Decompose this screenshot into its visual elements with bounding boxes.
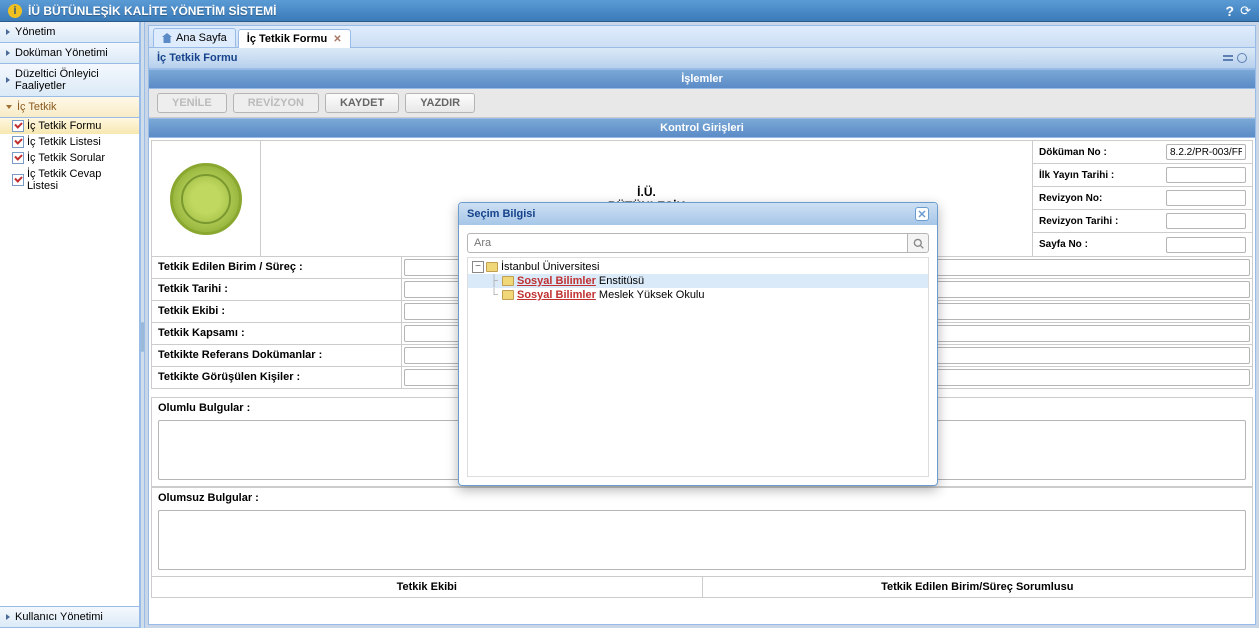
- app-logo-icon: İ: [8, 4, 22, 18]
- revizyon-tarihi-input[interactable]: [1166, 213, 1246, 229]
- tree-item-form[interactable]: İç Tetkik Formu: [0, 118, 139, 134]
- selection-modal: Seçim Bilgisi ✕ − İstanbul Üniversitesi …: [458, 202, 938, 486]
- form-icon: [12, 120, 24, 132]
- tree-node-child-2[interactable]: └ Sosyal Bilimler Meslek Yüksek Okulu: [468, 288, 928, 302]
- modal-title: Seçim Bilgisi: [467, 208, 915, 220]
- app-title: İÜ BÜTÜNLEŞİK KALİTE YÖNETİM SİSTEMİ: [28, 4, 1226, 18]
- meta-cell: Döküman No : İlk Yayın Tarihi : Revizyon…: [1033, 140, 1253, 257]
- sidebar-section-dokuman[interactable]: Doküman Yönetimi: [0, 43, 139, 64]
- university-logo-cell: [151, 140, 261, 257]
- sidebar-section-duzeltici[interactable]: Düzeltici Önleyici Faaliyetler: [0, 64, 139, 97]
- print-button[interactable]: YAZDIR: [405, 93, 475, 113]
- toolbar: YENİLE REVİZYON KAYDET YAZDIR: [149, 89, 1255, 118]
- sidebar-section-ictetkik[interactable]: İç Tetkik: [0, 97, 139, 118]
- folder-icon: [502, 276, 514, 286]
- tree-item-liste[interactable]: İç Tetkik Listesi: [0, 134, 139, 150]
- tree-node-root[interactable]: − İstanbul Üniversitesi: [468, 260, 928, 274]
- olumsuz-textarea[interactable]: [158, 510, 1246, 570]
- folder-icon: [486, 262, 498, 272]
- collapse-icon[interactable]: [1223, 55, 1233, 61]
- home-icon: [162, 33, 172, 43]
- collapse-toggle-icon[interactable]: −: [472, 261, 484, 273]
- refresh-icon[interactable]: ⟳: [1240, 3, 1251, 19]
- sayfa-no-label: Sayfa No :: [1039, 239, 1166, 250]
- panel-header: İç Tetkik Formu: [149, 48, 1255, 69]
- folder-icon: [502, 290, 514, 300]
- tree-item-sorular[interactable]: İç Tetkik Sorular: [0, 150, 139, 166]
- dokuman-no-input[interactable]: [1166, 144, 1246, 160]
- reload-icon[interactable]: [1237, 53, 1247, 63]
- tab-strip: Ana Sayfa İç Tetkik Formu✕: [148, 25, 1256, 47]
- section-kontrol: Kontrol Girişleri: [149, 118, 1255, 138]
- save-button[interactable]: KAYDET: [325, 93, 399, 113]
- modal-close-button[interactable]: ✕: [915, 207, 929, 221]
- bottom-col-ekip: Tetkik Ekibi: [152, 577, 702, 597]
- section-islemler: İşlemler: [149, 69, 1255, 89]
- panel-title: İç Tetkik Formu: [157, 52, 1219, 64]
- birim-label: Tetkik Edilen Birim / Süreç :: [152, 257, 402, 278]
- revision-button[interactable]: REVİZYON: [233, 93, 319, 113]
- sidebar-section-kullanici[interactable]: Kullanıcı Yönetimi: [0, 607, 139, 628]
- form-icon: [12, 174, 24, 186]
- app-header: İ İÜ BÜTÜNLEŞİK KALİTE YÖNETİM SİSTEMİ ?…: [0, 0, 1259, 22]
- modal-tree: − İstanbul Üniversitesi ├ Sosyal Bilimle…: [467, 257, 929, 477]
- dokuman-no-label: Döküman No :: [1039, 147, 1166, 158]
- tab-ana-sayfa[interactable]: Ana Sayfa: [153, 28, 236, 47]
- revizyon-no-input[interactable]: [1166, 190, 1246, 206]
- form-icon: [12, 152, 24, 164]
- bottom-col-sorumlu: Tetkik Edilen Birim/Süreç Sorumlusu: [702, 577, 1253, 597]
- revizyon-no-label: Revizyon No:: [1039, 193, 1166, 204]
- ekip-label: Tetkik Ekibi :: [152, 301, 402, 322]
- form-icon: [12, 136, 24, 148]
- refresh-button[interactable]: YENİLE: [157, 93, 227, 113]
- modal-header[interactable]: Seçim Bilgisi ✕: [459, 203, 937, 225]
- tree-node-child-1[interactable]: ├ Sosyal Bilimler Enstitüsü: [468, 274, 928, 288]
- kisiler-label: Tetkikte Görüşülen Kişiler :: [152, 367, 402, 388]
- sidebar: Yönetim Doküman Yönetimi Düzeltici Önley…: [0, 22, 140, 628]
- kapsam-label: Tetkik Kapsamı :: [152, 323, 402, 344]
- modal-search-input[interactable]: [467, 233, 907, 253]
- help-icon[interactable]: ?: [1226, 3, 1235, 19]
- olumsuz-label: Olumsuz Bulgular :: [152, 488, 1252, 508]
- tab-close-icon[interactable]: ✕: [333, 34, 341, 45]
- yayin-tarihi-input[interactable]: [1166, 167, 1246, 183]
- modal-search-button[interactable]: [907, 233, 929, 253]
- sidebar-section-yonetim[interactable]: Yönetim: [0, 22, 139, 43]
- tree-item-cevap[interactable]: İç Tetkik Cevap Listesi: [0, 166, 139, 194]
- search-icon: [913, 238, 924, 249]
- tarih-label: Tetkik Tarihi :: [152, 279, 402, 300]
- referans-label: Tetkikte Referans Dokümanlar :: [152, 345, 402, 366]
- tab-ic-tetkik-formu[interactable]: İç Tetkik Formu✕: [238, 29, 351, 48]
- yayin-tarihi-label: İlk Yayın Tarihi :: [1039, 170, 1166, 181]
- university-logo-icon: [170, 163, 242, 235]
- sayfa-no-input[interactable]: [1166, 237, 1246, 253]
- sidebar-tree: İç Tetkik Formu İç Tetkik Listesi İç Tet…: [0, 118, 139, 194]
- revizyon-tarihi-label: Revizyon Tarihi :: [1039, 216, 1166, 227]
